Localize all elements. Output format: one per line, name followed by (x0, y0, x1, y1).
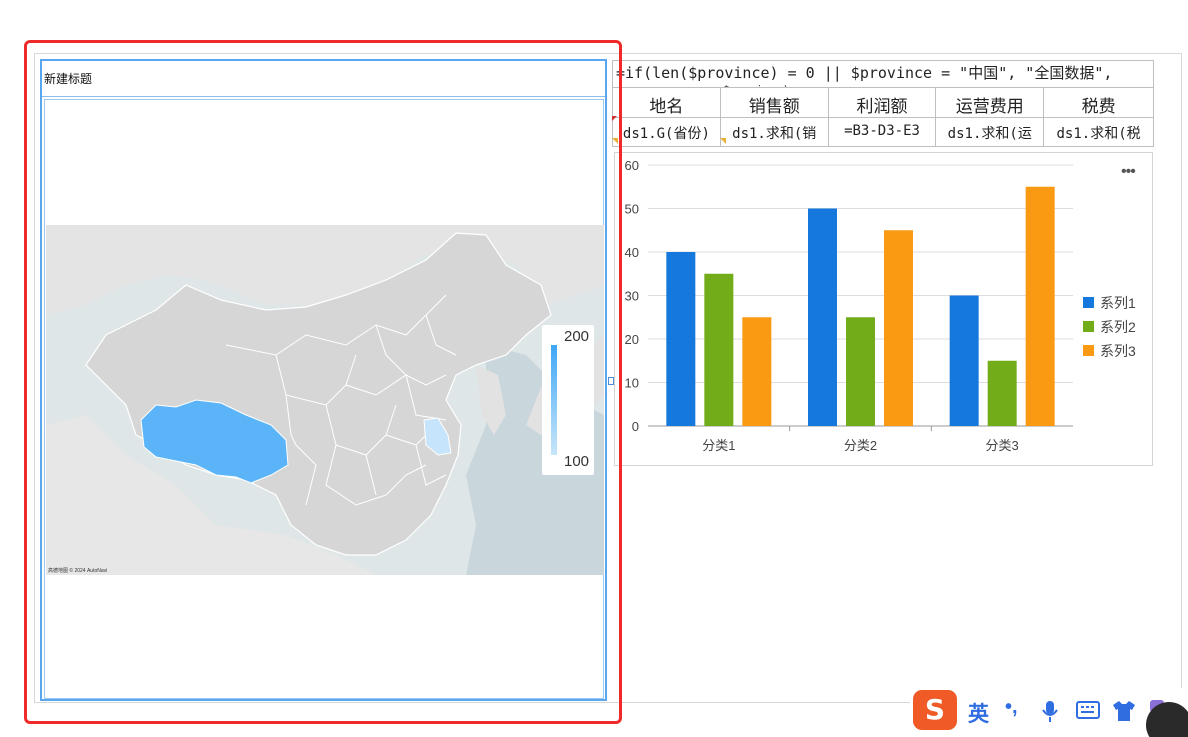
cell-marker-expand (612, 138, 618, 144)
avatar[interactable] (1146, 702, 1188, 737)
chart-bar[interactable] (949, 295, 979, 427)
legend-max-label: 200 (564, 328, 590, 345)
data-cell-place[interactable]: ds1.G(省份) (612, 117, 721, 147)
chart-bar[interactable] (884, 230, 913, 426)
microphone-icon[interactable] (1040, 700, 1060, 724)
map-legend: 200 100 (542, 325, 594, 475)
header-cell-operating-cost[interactable]: 运营费用 (935, 87, 1045, 118)
legend-gradient-bar (551, 345, 557, 455)
data-cell-profit[interactable]: =B3-D3-E3 (827, 117, 937, 147)
legend-label: 系列2 (1100, 319, 1136, 335)
keyboard-icon[interactable] (1076, 700, 1100, 720)
header-cell-tax[interactable]: 税费 (1043, 87, 1154, 118)
resize-handle[interactable] (608, 377, 614, 385)
header-cell-profit[interactable]: 利润额 (827, 87, 937, 118)
data-cell-operating-cost[interactable]: ds1.求和(运 (935, 117, 1045, 147)
ime-punctuation-toggle[interactable]: •, (1005, 696, 1018, 719)
legend-swatch (1083, 321, 1094, 332)
table-row: ds1.G(省份) ds1.求和(销 =B3-D3-E3 ds1.求和(运 ds… (612, 117, 1154, 147)
skin-icon[interactable] (1112, 700, 1136, 722)
y-tick-label: 20 (625, 332, 639, 347)
y-tick-label: 40 (625, 245, 639, 260)
chart-bar[interactable] (987, 360, 1017, 426)
app-canvas: =if(len($province) = 0 || $province = "中… (0, 0, 1188, 737)
more-options-icon[interactable]: ••• (1121, 163, 1136, 181)
chart-bar[interactable] (704, 273, 734, 426)
legend-label: 系列3 (1100, 343, 1136, 359)
formula-text: =if(len($province) = 0 || $province = "中… (616, 64, 1113, 82)
header-cell-sales[interactable]: 销售额 (719, 87, 829, 118)
chart-bar[interactable] (1025, 186, 1055, 426)
data-cell-tax[interactable]: ds1.求和(税 (1043, 117, 1154, 147)
legend-swatch (1083, 345, 1094, 356)
legend-swatch (1083, 297, 1094, 308)
y-tick-label: 60 (625, 158, 639, 173)
formula-cell[interactable]: =if(len($province) = 0 || $province = "中… (612, 60, 1154, 88)
x-tick-label: 分类1 (702, 438, 735, 453)
y-tick-label: 30 (625, 289, 639, 304)
widget-title[interactable]: 新建标题 (42, 61, 605, 97)
data-cell-place-text: ds1.G(省份) (622, 126, 710, 142)
map-attribution: 高德地图 © 2024 AutoNavi (48, 568, 108, 574)
data-cell-sales[interactable]: ds1.求和(销 (719, 117, 829, 147)
y-tick-label: 0 (632, 419, 639, 434)
y-tick-label: 10 (625, 376, 639, 391)
header-row: 地名 销售额 利润额 运营费用 税费 (612, 87, 1154, 118)
bar-chart: 0 10 20 30 40 50 60 分类1 分类2 分类3 系列1 系列2 系列3 (625, 158, 1136, 453)
chart-bar[interactable] (846, 317, 875, 426)
legend-min-label: 100 (564, 453, 590, 470)
bar-chart-widget[interactable]: 0 10 20 30 40 50 60 分类1 分类2 分类3 系列1 系列2 系列3 ••• (614, 152, 1153, 466)
chart-bar[interactable] (666, 252, 696, 426)
map-layer (46, 225, 604, 575)
report-table: 地名 销售额 利润额 运营费用 税费 ds1.G(省份) ds1.求和(销 =B… (612, 87, 1154, 147)
cell-marker-red (612, 116, 617, 121)
x-tick-label: 分类2 (844, 438, 877, 453)
report-grid: =if(len($province) = 0 || $province = "中… (612, 60, 1154, 147)
ime-language-toggle[interactable]: 英 (968, 698, 989, 728)
y-tick-label: 50 (625, 202, 639, 217)
sogou-logo[interactable]: S (913, 690, 957, 730)
map-container: 200 100 高德地图 © 2024 AutoNavi (44, 99, 604, 699)
header-cell-place[interactable]: 地名 (612, 87, 721, 118)
ime-toolbar: S 英 •, (910, 688, 1188, 737)
x-tick-label: 分类3 (986, 438, 1019, 453)
chart-bar[interactable] (808, 208, 837, 427)
legend-label: 系列1 (1100, 295, 1136, 311)
map-widget[interactable]: 新建标题 200 100 高德地图 © 2024 AutoNavi (40, 59, 614, 701)
china-map[interactable]: 200 100 高德地图 © 2024 AutoNavi (46, 225, 604, 575)
cell-marker-expand (720, 138, 726, 144)
chart-bar[interactable] (742, 317, 772, 426)
